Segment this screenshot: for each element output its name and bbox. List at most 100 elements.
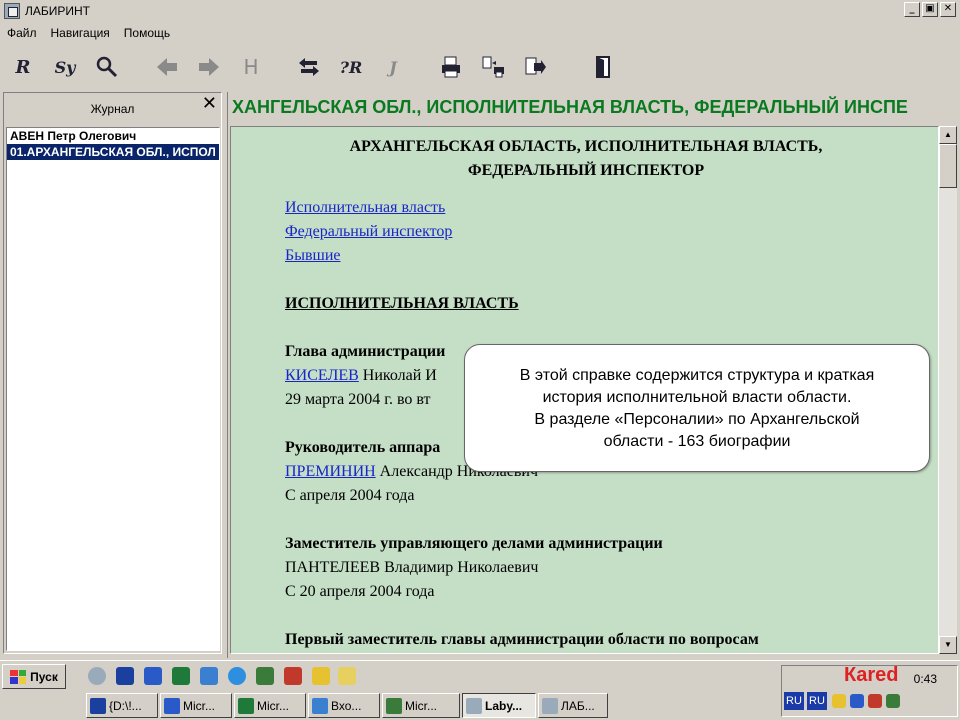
app-icon: [542, 697, 558, 714]
scroll-down-icon[interactable]: ▼: [939, 636, 957, 654]
excel-icon: [238, 697, 254, 714]
journal-list: АВЕН Петр Олегович 01.АРХАНГЕЛЬСКАЯ ОБЛ.…: [6, 127, 220, 651]
task-label: Вхо...: [331, 698, 362, 713]
app-icon: [466, 697, 482, 714]
person-link[interactable]: КИСЕЛЕВ: [285, 367, 359, 384]
toolbar: R Sy H ?R J: [0, 46, 960, 88]
start-button[interactable]: Пуск: [2, 664, 66, 689]
query-r-button[interactable]: ?R: [336, 52, 366, 82]
link-executive-power[interactable]: Исполнительная власть: [285, 198, 445, 218]
magnifier-icon: [96, 56, 118, 78]
exit-button[interactable]: [588, 52, 618, 82]
menu-navigation[interactable]: Навигация: [44, 26, 117, 40]
cloud-icon[interactable]: [88, 667, 106, 685]
tray-app-icon[interactable]: [868, 694, 882, 708]
scroll-up-icon[interactable]: ▲: [939, 126, 957, 144]
menu-file[interactable]: Файл: [0, 26, 44, 40]
word-icon[interactable]: [144, 667, 162, 685]
taskbar: Пуск {D:\!... Micr... Micr... Вхо... Mic…: [0, 660, 960, 720]
menu-help[interactable]: Помощь: [117, 26, 177, 40]
printer-icon: [442, 56, 460, 78]
windows-flag-icon: [10, 669, 27, 684]
entry-person: ПАНТЕЛЕЕВ Владимир Николаевич: [285, 558, 538, 578]
close-button[interactable]: ✕: [940, 2, 956, 17]
journal-panel: Журнал ✕ АВЕН Петр Олегович 01.АРХАНГЕЛЬ…: [3, 92, 222, 654]
book-icon[interactable]: [116, 667, 134, 685]
outlook-icon[interactable]: [200, 667, 218, 685]
document-printer-icon: [482, 56, 504, 78]
r-label: R: [15, 56, 31, 78]
language-indicator[interactable]: RU: [784, 692, 804, 710]
search-button[interactable]: [92, 52, 122, 82]
language-indicator[interactable]: RU: [807, 692, 827, 710]
link-federal-inspector[interactable]: Федеральный инспектор: [285, 222, 452, 242]
entry-date: С 20 апреля 2004 года: [285, 583, 435, 600]
arrow-right-icon: [199, 58, 219, 76]
journal-title: Журнал: [90, 102, 135, 116]
vertical-scrollbar[interactable]: ▲ ▼: [939, 126, 957, 654]
swap-button[interactable]: [294, 52, 324, 82]
screen-icon[interactable]: [256, 667, 274, 685]
person-name: Владимир Николаевич: [380, 559, 539, 576]
task-button-micr[interactable]: Micr...: [382, 693, 460, 718]
excel-icon[interactable]: [172, 667, 190, 685]
notes-icon[interactable]: [312, 667, 330, 685]
ie-icon[interactable]: [228, 667, 246, 685]
window-controls: _ ▣ ✕: [904, 2, 956, 17]
home-button[interactable]: H: [236, 52, 266, 82]
task-button-labyrinth[interactable]: Laby...: [462, 693, 536, 718]
arrow-left-icon: [157, 58, 177, 76]
app-red-icon[interactable]: [284, 667, 302, 685]
journal-item-selected[interactable]: 01.АРХАНГЕЛЬСКАЯ ОБЛ., ИСПОЛ: [7, 144, 219, 160]
maximize-button[interactable]: ▣: [922, 2, 938, 17]
tray-app-icon[interactable]: [832, 694, 846, 708]
print-preview-button[interactable]: [478, 52, 508, 82]
task-button-lab[interactable]: ЛАБ...: [538, 693, 608, 718]
document-title-line1: АРХАНГЕЛЬСКАЯ ОБЛАСТЬ, ИСПОЛНИТЕЛЬНАЯ ВЛ…: [349, 138, 823, 155]
task-label: ЛАБ...: [561, 698, 595, 713]
scroll-thumb[interactable]: [939, 144, 957, 188]
start-label: Пуск: [30, 669, 58, 684]
sy-button[interactable]: Sy: [50, 52, 80, 82]
close-icon[interactable]: ✕: [202, 95, 217, 113]
task-button-inbox[interactable]: Вхо...: [308, 693, 380, 718]
window-titlebar: ЛАБИРИНТ _ ▣ ✕: [0, 0, 960, 22]
h-label: H: [243, 55, 259, 79]
link-former[interactable]: Бывшие: [285, 246, 340, 266]
clock: 0:43: [913, 672, 937, 686]
tray-app-icon[interactable]: [850, 694, 864, 708]
task-label: Micr...: [257, 698, 289, 713]
info-callout: В этой справке содержится структура и кр…: [464, 344, 930, 472]
document-header: ХАНГЕЛЬСКАЯ ОБЛ., ИСПОЛНИТЕЛЬНАЯ ВЛАСТЬ,…: [232, 97, 908, 117]
door-exit-icon: [596, 56, 610, 78]
entry-role: Руководитель аппара: [285, 439, 441, 456]
menubar: Файл Навигация Помощь: [0, 22, 960, 44]
task-label: Micr...: [183, 698, 215, 713]
task-button-excel[interactable]: Micr...: [234, 693, 306, 718]
document-title-line2: ФЕДЕРАЛЬНЫЙ ИНСПЕКТОР: [467, 162, 705, 179]
print-button[interactable]: [436, 52, 466, 82]
task-label: Micr...: [405, 698, 437, 713]
swap-arrows-icon: [299, 58, 319, 76]
j-button[interactable]: J: [378, 52, 408, 82]
qr-label: ?R: [339, 57, 363, 77]
book-icon: [90, 697, 106, 714]
r-button[interactable]: R: [8, 52, 38, 82]
back-button[interactable]: [152, 52, 182, 82]
window-title: ЛАБИРИНТ: [25, 4, 91, 18]
document-arrow-icon: [525, 57, 546, 75]
person-surname: ПАНТЕЛЕЕВ: [285, 559, 381, 576]
minimize-button[interactable]: _: [904, 2, 920, 17]
entry-role: Заместитель управляющего делами админист…: [285, 535, 663, 552]
watermark-logo: Кared: [844, 664, 898, 687]
export-button[interactable]: [520, 52, 550, 82]
task-button-word[interactable]: Micr...: [160, 693, 232, 718]
task-button-folder[interactable]: {D:\!...: [86, 693, 158, 718]
tray-app-icon[interactable]: [886, 694, 900, 708]
search-doc-icon[interactable]: [338, 667, 356, 685]
forward-button[interactable]: [194, 52, 224, 82]
journal-item[interactable]: АВЕН Петр Олегович: [7, 128, 219, 144]
person-link[interactable]: ПРЕМИНИН: [285, 463, 376, 480]
task-label: Laby...: [485, 698, 523, 713]
document-title: АРХАНГЕЛЬСКАЯ ОБЛАСТЬ, ИСПОЛНИТЕЛЬНАЯ ВЛ…: [251, 135, 921, 183]
